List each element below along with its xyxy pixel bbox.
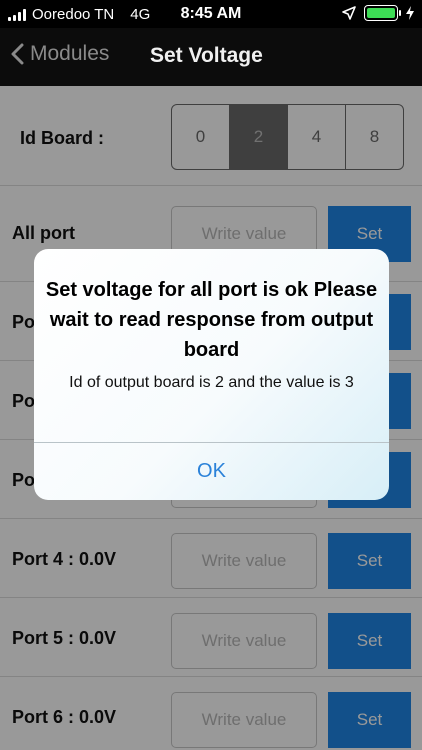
alert-title: Set voltage for all port is ok Please wa… [45,279,378,361]
back-button-label: Modules [30,42,110,65]
back-button[interactable]: Modules [10,42,109,66]
alert-dialog: Set voltage for all port is ok Please wa… [34,249,389,500]
alert-message: Id of output board is 2 and the value is… [69,374,354,391]
chevron-left-icon [11,43,24,65]
page-title: Set Voltage [150,44,263,67]
location-icon [342,6,356,20]
alert-ok-button[interactable]: OK [34,443,389,500]
navigation-bar: Modules Set Voltage [0,28,422,86]
battery-icon [364,5,401,21]
charging-icon [406,6,414,20]
status-bar: Ooredoo TN 4G 8:45 AM [0,0,422,28]
